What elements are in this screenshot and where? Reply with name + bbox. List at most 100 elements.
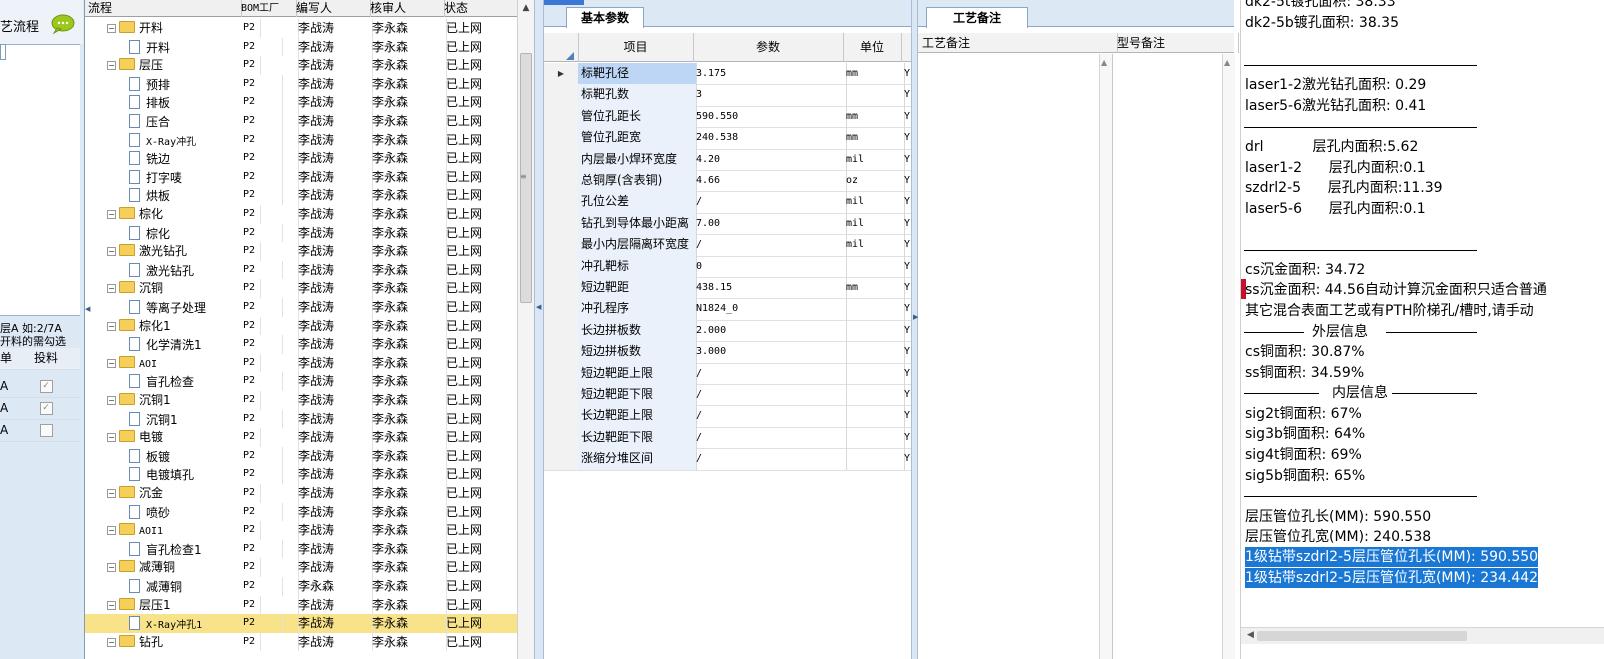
tree-step-row[interactable]: 激光钻孔 P2 李战涛 李永森 已上网	[85, 260, 523, 280]
left-table-row[interactable]: A ✓	[0, 376, 80, 398]
tree-step-row[interactable]: 板镀 P2 李战涛 李永森 已上网	[85, 446, 523, 466]
remark-scrollbar[interactable]: ▲	[1099, 54, 1112, 659]
col-reviewer[interactable]: 核审人	[367, 0, 445, 17]
tree-folder-row[interactable]: − 沉铜 P2 李战涛 李永森 已上网	[85, 279, 523, 298]
param-row[interactable]: 长边拼板数 2.000 Y	[544, 319, 916, 343]
param-value-cell[interactable]: N1824_0	[693, 298, 847, 320]
tab-basic-params[interactable]: 基本参数	[566, 7, 645, 28]
col-model-remark[interactable]: 型号备注	[1113, 33, 1239, 53]
collapse-toggle-icon[interactable]: −	[107, 600, 116, 610]
feed-checkbox[interactable]: ✓	[39, 402, 53, 415]
param-row[interactable]: 标靶孔数 3 Y	[544, 84, 916, 107]
info-horizontal-scrollbar[interactable]: ◀	[1241, 627, 1604, 644]
left-table-row[interactable]: A	[0, 420, 80, 442]
col-process-remark[interactable]: 工艺备注	[918, 33, 1118, 53]
col-param[interactable]: 参数	[693, 33, 844, 62]
tree-step-row[interactable]: 烘板 P2 李战涛 李永森 已上网	[85, 186, 523, 205]
process-name-cell[interactable]: − AOI1	[85, 521, 261, 540]
tree-step-row[interactable]: 喷砂 P2 李战涛 李永森 已上网	[85, 502, 523, 522]
splitter[interactable]: ▶	[911, 0, 918, 659]
collapse-toggle-icon[interactable]: −	[107, 24, 116, 33]
collapse-toggle-icon[interactable]: −	[107, 61, 116, 71]
col-process[interactable]: 流程	[85, 0, 242, 17]
tab-process-remark[interactable]: 工艺备注	[926, 7, 1029, 28]
collapse-toggle-icon[interactable]: −	[107, 284, 116, 294]
collapse-toggle-icon[interactable]: −	[107, 489, 116, 498]
param-value-cell[interactable]: 2.000	[693, 319, 847, 342]
tree-folder-row[interactable]: − AOI1 P2 李战涛 李永森 已上网	[85, 521, 523, 540]
tree-step-row[interactable]: 沉铜1 P2 李战涛 李永森 已上网	[85, 409, 523, 429]
info-text-panel[interactable]: dk2-5t镀孔面积: 38.33 dk2-5b镀孔面积: 38.35 laser1…	[1240, 0, 1604, 659]
tree-folder-row[interactable]: − AOI P2 李战涛 李永森 已上网	[85, 353, 523, 373]
process-name-cell[interactable]: − 棕化1	[85, 316, 261, 336]
param-value-cell[interactable]: 7.00	[693, 212, 847, 235]
process-name-cell[interactable]: − 减薄铜	[85, 558, 261, 577]
param-value-cell[interactable]: /	[693, 234, 847, 256]
highlighted-line[interactable]: 1级钻带szdrl2-5层压管位孔宽(MM): 234.442	[1245, 568, 1539, 588]
param-value-cell[interactable]: 590.550	[693, 105, 847, 128]
tree-folder-row[interactable]: − 沉金 P2 李战涛 李永森 已上网	[85, 484, 523, 503]
collapse-toggle-icon[interactable]: −	[107, 526, 116, 536]
left-list-area[interactable]	[0, 44, 80, 316]
tree-folder-row[interactable]: − 激光钻孔 P2 李战涛 李永森 已上网	[85, 242, 523, 261]
process-name-cell[interactable]: − 沉铜1	[85, 391, 261, 410]
col-status[interactable]: 状态	[441, 0, 521, 17]
left-table-row[interactable]: A ✓	[0, 398, 80, 420]
col-bom-factory[interactable]: BOM工厂	[238, 0, 297, 17]
process-name-cell[interactable]: − 沉金	[85, 484, 261, 503]
tree-folder-row[interactable]: − 开料 P2 李战涛 李永森 已上网	[85, 19, 523, 38]
tree-folder-row[interactable]: − 减薄铜 P2 李战涛 李永森 已上网	[85, 558, 523, 577]
param-row[interactable]: 孔位公差 / mil Y	[544, 191, 916, 214]
col-writer[interactable]: 编写人	[293, 0, 371, 17]
collapse-toggle-icon[interactable]: −	[107, 433, 116, 443]
param-row[interactable]: ▶ 标靶孔径 3.175 mm Y	[544, 63, 916, 86]
tree-step-row[interactable]: X-Ray冲孔 P2 李战涛 李永森 已上网	[85, 130, 523, 150]
tree-folder-row[interactable]: − 电镀 P2 李战涛 李永森 已上网	[85, 428, 523, 447]
tree-step-row[interactable]: 预排 P2 李战涛 李永森 已上网	[85, 74, 523, 94]
param-value-cell[interactable]: 3.000	[693, 341, 847, 363]
model-scrollbar[interactable]: ▲	[1222, 54, 1235, 659]
feed-checkbox[interactable]: ✓	[39, 380, 53, 393]
param-value-cell[interactable]: 0	[693, 255, 847, 277]
col-item[interactable]: 项目	[578, 33, 694, 62]
collapse-toggle-icon[interactable]: −	[107, 637, 116, 647]
tree-step-row[interactable]: 等离子处理 P2 李战涛 李永森 已上网	[85, 298, 523, 317]
collapse-toggle-icon[interactable]: −	[107, 247, 116, 257]
param-row[interactable]: 冲孔程序 N1824_0 Y	[544, 298, 916, 321]
param-row[interactable]: 短边拼板数 3.000 Y	[544, 341, 916, 364]
param-value-cell[interactable]: /	[693, 384, 847, 406]
param-value-cell[interactable]: 3.175	[693, 63, 847, 85]
tree-folder-row[interactable]: − 层压1 P2 李战涛 李永森 已上网	[85, 595, 523, 615]
collapse-toggle-icon[interactable]: −	[107, 396, 116, 405]
process-name-cell[interactable]: − 开料	[85, 19, 261, 38]
param-row[interactable]: 涨缩分堆区间 / Y	[544, 448, 916, 471]
tree-folder-row[interactable]: − 钻孔 P2 李战涛 李永森 已上网	[85, 632, 523, 652]
left-collapse-icon[interactable]: ◀	[85, 305, 91, 315]
tree-folder-row[interactable]: − 沉铜1 P2 李战涛 李永森 已上网	[85, 391, 523, 410]
tree-step-row[interactable]: 减薄铜 P2 李永森 李永森 已上网	[85, 577, 523, 596]
param-value-cell[interactable]: /	[693, 426, 847, 449]
param-row[interactable]: 冲孔靶标 0 Y	[544, 255, 916, 278]
feed-checkbox[interactable]	[39, 424, 53, 437]
param-row[interactable]: 内层最小焊环宽度 4.20 mil Y	[544, 148, 916, 171]
param-row[interactable]: 短边靶距 438.15 mm Y	[544, 277, 916, 300]
tree-step-row[interactable]: 棕化 P2 李战涛 李永森 已上网	[85, 223, 523, 243]
param-value-cell[interactable]: 3	[693, 84, 847, 106]
process-name-cell[interactable]: − 激光钻孔	[85, 242, 261, 261]
tree-step-row[interactable]: 盲孔检查 P2 李战涛 李永森 已上网	[85, 372, 523, 391]
tree-step-row[interactable]: 化学清洗1 P2 李战涛 李永森 已上网	[85, 335, 523, 354]
chat-bubble-icon[interactable]	[50, 14, 76, 34]
param-row[interactable]: 钻孔到导体最小距离 7.00 mil Y	[544, 212, 916, 236]
scroll-up-arrow-icon[interactable]: ▲	[1101, 58, 1107, 67]
param-value-cell[interactable]: /	[693, 191, 847, 213]
collapse-toggle-icon[interactable]: −	[107, 321, 116, 331]
tree-step-row[interactable]: 排板 P2 李战涛 李永森 已上网	[85, 93, 523, 112]
splitter[interactable]: ◀	[534, 0, 544, 659]
param-row[interactable]: 管位孔距长 590.550 mm Y	[544, 105, 916, 129]
param-value-cell[interactable]: 4.20	[693, 148, 847, 170]
collapse-toggle-icon[interactable]: −	[107, 358, 116, 368]
param-value-cell[interactable]: 4.66	[693, 170, 847, 192]
param-value-cell[interactable]: 240.538	[693, 127, 847, 149]
tree-step-row[interactable]: 开料 P2 李战涛 李永森 已上网	[85, 37, 523, 57]
tree-folder-row[interactable]: − 棕化 P2 李战涛 李永森 已上网	[85, 205, 523, 224]
